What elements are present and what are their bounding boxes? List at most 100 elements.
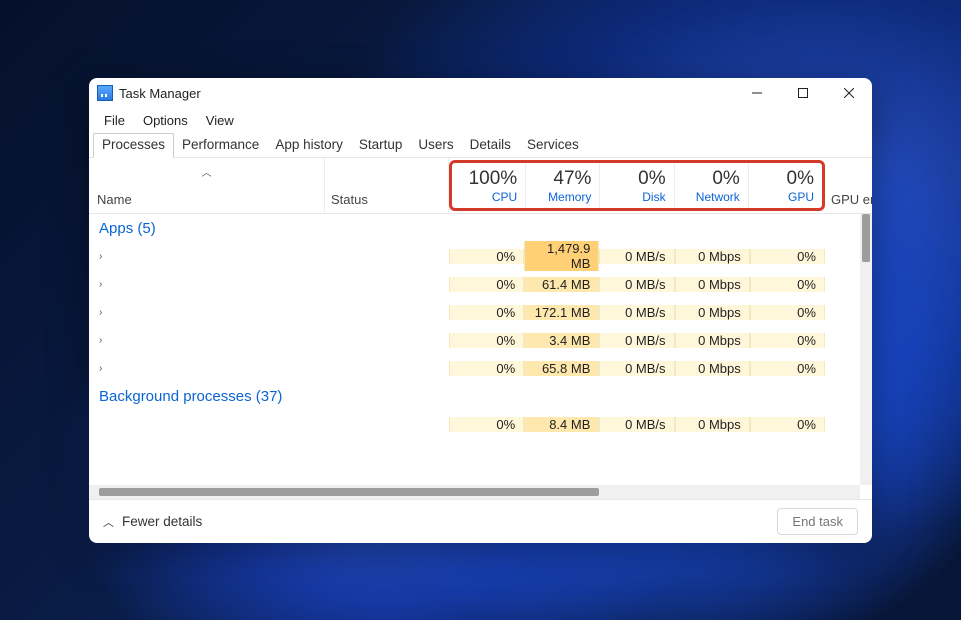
process-row[interactable]: 0% 8.4 MB 0 MB/s 0 Mbps 0%	[89, 410, 872, 438]
tab-performance[interactable]: Performance	[174, 133, 267, 157]
process-row[interactable]: › 0% 172.1 MB 0 MB/s 0 Mbps 0%	[89, 298, 872, 326]
horizontal-scrollbar[interactable]	[89, 485, 860, 499]
group-apps-label: Apps (5)	[99, 220, 156, 237]
tab-users[interactable]: Users	[410, 133, 461, 157]
process-row[interactable]: › 0% 3.4 MB 0 MB/s 0 Mbps 0%	[89, 326, 872, 354]
cell-network: 0 Mbps	[675, 417, 750, 432]
fewer-details-toggle[interactable]: ︿ Fewer details	[103, 514, 202, 530]
tab-processes[interactable]: Processes	[93, 133, 174, 158]
col-header-status[interactable]: Status	[325, 158, 449, 213]
close-icon	[844, 88, 854, 98]
process-row[interactable]: › 0% 61.4 MB 0 MB/s 0 Mbps 0%	[89, 270, 872, 298]
cell-network: 0 Mbps	[675, 305, 750, 320]
cell-memory: 172.1 MB	[524, 305, 599, 320]
end-task-button[interactable]: End task	[777, 508, 858, 535]
cell-gpu: 0%	[750, 333, 825, 348]
cell-memory: 3.4 MB	[524, 333, 599, 348]
cell-disk: 0 MB/s	[599, 417, 674, 432]
menu-view[interactable]: View	[197, 111, 243, 130]
cell-cpu: 0%	[449, 333, 524, 348]
group-apps[interactable]: Apps (5)	[89, 214, 872, 242]
col-header-disk[interactable]: 0% Disk	[600, 163, 674, 208]
cell-network: 0 Mbps	[675, 277, 750, 292]
cell-memory: 8.4 MB	[524, 417, 599, 432]
column-header: ︿ Name Status 100% CPU 47% Memory 0% Dis…	[89, 158, 872, 214]
cell-network: 0 Mbps	[675, 361, 750, 376]
horizontal-scrollbar-thumb[interactable]	[99, 488, 599, 496]
col-header-metrics-highlight: 100% CPU 47% Memory 0% Disk 0% Network 0…	[449, 160, 825, 211]
chevron-up-icon: ︿	[103, 514, 114, 530]
tabs-row: Processes Performance App history Startu…	[89, 132, 872, 158]
maximize-button[interactable]	[780, 78, 826, 108]
cell-disk: 0 MB/s	[599, 277, 674, 292]
cell-network: 0 Mbps	[675, 333, 750, 348]
menu-file[interactable]: File	[95, 111, 134, 130]
tab-app-history[interactable]: App history	[267, 133, 351, 157]
minimize-icon	[752, 88, 762, 98]
chevron-right-icon[interactable]: ›	[99, 363, 109, 374]
memory-label: Memory	[548, 190, 591, 204]
gpu-label: GPU	[788, 190, 814, 204]
cell-memory: 61.4 MB	[524, 277, 599, 292]
col-header-gpu-engine[interactable]: GPU en	[825, 158, 872, 213]
col-header-name-label: Name	[97, 192, 324, 207]
task-manager-window: Task Manager File Options View Processes…	[89, 78, 872, 543]
task-manager-icon	[97, 85, 113, 101]
menu-options[interactable]: Options	[134, 111, 197, 130]
window-title: Task Manager	[119, 86, 201, 101]
col-header-gpu[interactable]: 0% GPU	[749, 163, 822, 208]
footer: ︿ Fewer details End task	[89, 499, 872, 543]
network-usage-pct: 0%	[712, 168, 739, 190]
cell-gpu: 0%	[750, 249, 825, 264]
cell-memory: 65.8 MB	[524, 361, 599, 376]
process-row[interactable]: › 0% 1,479.9 MB 0 MB/s 0 Mbps 0%	[89, 242, 872, 270]
chevron-right-icon[interactable]: ›	[99, 279, 109, 290]
cell-gpu: 0%	[750, 361, 825, 376]
sort-chevron-up-icon: ︿	[202, 164, 212, 179]
titlebar[interactable]: Task Manager	[89, 78, 872, 108]
tab-details[interactable]: Details	[462, 133, 519, 157]
col-header-cpu[interactable]: 100% CPU	[452, 163, 526, 208]
process-row[interactable]: › 0% 65.8 MB 0 MB/s 0 Mbps 0%	[89, 354, 872, 382]
cell-disk: 0 MB/s	[599, 333, 674, 348]
window-controls	[734, 78, 872, 108]
col-header-name[interactable]: ︿ Name	[89, 158, 325, 213]
col-header-memory[interactable]: 47% Memory	[526, 163, 600, 208]
disk-label: Disk	[642, 190, 665, 204]
cell-disk: 0 MB/s	[599, 361, 674, 376]
cell-cpu: 0%	[449, 361, 524, 376]
maximize-icon	[798, 88, 808, 98]
minimize-button[interactable]	[734, 78, 780, 108]
cell-cpu: 0%	[449, 249, 524, 264]
tab-services[interactable]: Services	[519, 133, 587, 157]
chevron-right-icon[interactable]: ›	[99, 335, 109, 346]
tab-startup[interactable]: Startup	[351, 133, 411, 157]
memory-usage-pct: 47%	[553, 168, 591, 190]
gpu-usage-pct: 0%	[787, 168, 814, 190]
menubar: File Options View	[89, 108, 872, 132]
col-header-network[interactable]: 0% Network	[675, 163, 749, 208]
cell-gpu: 0%	[750, 417, 825, 432]
cpu-label: CPU	[492, 190, 517, 204]
vertical-scrollbar-thumb[interactable]	[862, 214, 870, 262]
cell-gpu: 0%	[750, 305, 825, 320]
cell-memory: 1,479.9 MB	[524, 241, 599, 271]
chevron-right-icon[interactable]: ›	[99, 251, 109, 262]
vertical-scrollbar[interactable]	[860, 214, 872, 485]
cell-cpu: 0%	[449, 277, 524, 292]
col-header-extra-label: GPU en	[831, 192, 872, 207]
cell-network: 0 Mbps	[675, 249, 750, 264]
group-bg-label: Background processes (37)	[99, 388, 282, 405]
close-button[interactable]	[826, 78, 872, 108]
cell-cpu: 0%	[449, 417, 524, 432]
cell-gpu: 0%	[750, 277, 825, 292]
disk-usage-pct: 0%	[638, 168, 665, 190]
process-list-area: Apps (5) › 0% 1,479.9 MB 0 MB/s 0 Mbps 0…	[89, 214, 872, 499]
network-label: Network	[696, 190, 740, 204]
cpu-usage-pct: 100%	[469, 168, 518, 190]
chevron-right-icon[interactable]: ›	[99, 307, 109, 318]
group-background-processes[interactable]: Background processes (37)	[89, 382, 872, 410]
cell-disk: 0 MB/s	[599, 305, 674, 320]
fewer-details-label: Fewer details	[122, 514, 202, 529]
col-header-status-label: Status	[331, 192, 368, 207]
